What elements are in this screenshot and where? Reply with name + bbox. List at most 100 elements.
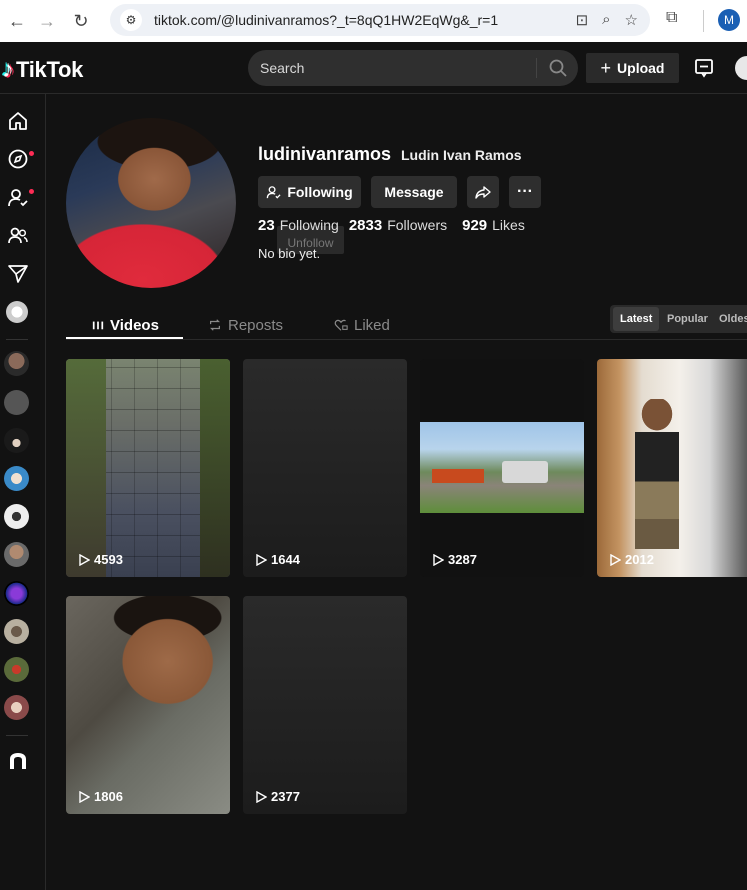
- plus-icon: +: [600, 57, 612, 78]
- followed-account-avatar[interactable]: [4, 695, 29, 720]
- sort-oldest[interactable]: Oldest: [712, 307, 747, 331]
- extensions-icon[interactable]: ⧉: [666, 9, 677, 27]
- followed-account-avatar[interactable]: [4, 542, 29, 567]
- more-options-button[interactable]: ···: [509, 176, 541, 208]
- upload-button[interactable]: + Upload: [586, 53, 679, 83]
- view-count: 2377: [255, 789, 300, 804]
- home-icon[interactable]: [7, 110, 29, 132]
- followed-account-avatar[interactable]: [4, 428, 29, 453]
- tab-videos-label: Videos: [110, 316, 159, 334]
- site-info-icon[interactable]: ⚙: [120, 9, 142, 31]
- tab-liked[interactable]: Liked: [334, 312, 390, 338]
- view-count: 2012: [609, 552, 654, 567]
- search-bar: [248, 50, 578, 86]
- search-input[interactable]: [260, 50, 530, 86]
- tab-videos[interactable]: Videos: [92, 312, 159, 338]
- view-count: 1806: [78, 789, 123, 804]
- back-arrow-icon[interactable]: ←: [2, 6, 32, 36]
- view-count-value: 2377: [271, 789, 300, 804]
- reload-icon[interactable]: ↻: [66, 6, 96, 36]
- bookmark-star-icon[interactable]: ☆: [625, 11, 638, 29]
- messages-send-icon[interactable]: [7, 263, 29, 285]
- video-card[interactable]: 1644: [243, 359, 407, 577]
- profile-stats: 23 Following 2833 Followers 929 Likes: [258, 217, 525, 234]
- heart-lock-icon: [334, 319, 348, 331]
- play-icon: [433, 553, 444, 566]
- site-header: ♪ TikTok + Upload: [0, 42, 747, 94]
- toolbar-divider: [703, 10, 704, 32]
- following-notification-dot: [29, 189, 34, 194]
- video-card[interactable]: 2012: [597, 359, 747, 577]
- followed-account-avatar[interactable]: [4, 504, 29, 529]
- explore-compass-icon[interactable]: [7, 148, 29, 170]
- inbox-icon[interactable]: [694, 58, 714, 78]
- message-button[interactable]: Message: [371, 176, 457, 208]
- followed-account-avatar[interactable]: [4, 351, 29, 376]
- play-icon: [79, 790, 90, 803]
- followers-label: Followers: [387, 217, 448, 233]
- tiktok-note-icon: ♪: [2, 56, 14, 83]
- followed-account-avatar[interactable]: [4, 466, 29, 491]
- following-label: Following: [279, 217, 339, 233]
- following-count: 23: [258, 217, 275, 234]
- video-card[interactable]: 3287: [420, 359, 584, 577]
- explore-notification-dot: [29, 151, 34, 156]
- sidebar-divider: [6, 339, 28, 340]
- profile-username: ludinivanramos: [258, 144, 392, 164]
- video-thumbnail: [635, 399, 679, 549]
- followers-count: 2833: [348, 217, 383, 234]
- following-icon[interactable]: [7, 187, 29, 209]
- likes-stat: 929 Likes: [462, 217, 525, 234]
- active-tab-indicator: [66, 337, 183, 339]
- url-text: tiktok.com/@ludinivanramos?_t=8qQ1HW2EqW…: [154, 12, 499, 28]
- upload-label: Upload: [617, 60, 665, 76]
- following-stat[interactable]: 23 Following: [258, 217, 339, 234]
- address-bar[interactable]: ⚙ tiktok.com/@ludinivanramos?_t=8qQ1HW2E…: [110, 4, 650, 36]
- followers-stat[interactable]: 2833 Followers: [349, 217, 447, 234]
- thumbnail-truck: [502, 461, 548, 483]
- likes-label: Likes: [492, 217, 525, 233]
- likes-count: 929: [462, 217, 488, 234]
- repost-icon: [210, 319, 220, 331]
- share-button[interactable]: [467, 176, 499, 208]
- view-count-value: 2012: [625, 552, 654, 567]
- play-icon: [256, 553, 267, 566]
- friends-icon[interactable]: [7, 225, 29, 247]
- video-card[interactable]: 4593: [66, 359, 230, 577]
- browser-toolbar: ← → ↻ ⚙ tiktok.com/@ludinivanramos?_t=8q…: [0, 0, 747, 42]
- tab-reposts-label: Reposts: [228, 316, 284, 334]
- creator-tools-icon[interactable]: [7, 750, 29, 772]
- tab-liked-label: Liked: [354, 316, 390, 334]
- view-count: 3287: [432, 552, 477, 567]
- tiktok-logo[interactable]: ♪ TikTok: [2, 56, 83, 84]
- view-count: 4593: [78, 552, 123, 567]
- followed-account-avatar[interactable]: [4, 657, 29, 682]
- play-icon: [79, 553, 90, 566]
- following-button[interactable]: Following: [258, 176, 361, 208]
- ellipsis-icon: ···: [517, 183, 533, 200]
- search-icon[interactable]: [548, 58, 568, 78]
- view-count-value: 1644: [271, 552, 300, 567]
- sort-latest[interactable]: Latest: [613, 307, 660, 331]
- profile-avatar: [66, 118, 236, 288]
- following-button-label: Following: [287, 184, 353, 200]
- followed-account-avatar[interactable]: [4, 581, 29, 606]
- user-avatar[interactable]: [735, 56, 747, 80]
- followed-account-avatar[interactable]: [4, 619, 29, 644]
- logo-text: TikTok: [16, 57, 84, 82]
- play-icon: [610, 553, 621, 566]
- view-count-value: 3287: [448, 552, 477, 567]
- install-app-icon[interactable]: ⊡: [576, 11, 589, 29]
- browser-profile-avatar[interactable]: M: [718, 9, 740, 31]
- sort-popular[interactable]: Popular: [660, 307, 715, 331]
- grid-icon: [92, 321, 104, 330]
- followed-account-avatar[interactable]: [4, 390, 29, 415]
- video-card[interactable]: 2377: [243, 596, 407, 814]
- forward-arrow-icon[interactable]: →: [32, 6, 62, 36]
- view-count-value: 1806: [94, 789, 123, 804]
- video-card[interactable]: 1806: [66, 596, 230, 814]
- view-count-value: 4593: [94, 552, 123, 567]
- profile-nav-avatar[interactable]: [6, 301, 28, 323]
- zoom-icon[interactable]: ⌕: [602, 11, 610, 29]
- tab-reposts[interactable]: Reposts: [208, 312, 283, 338]
